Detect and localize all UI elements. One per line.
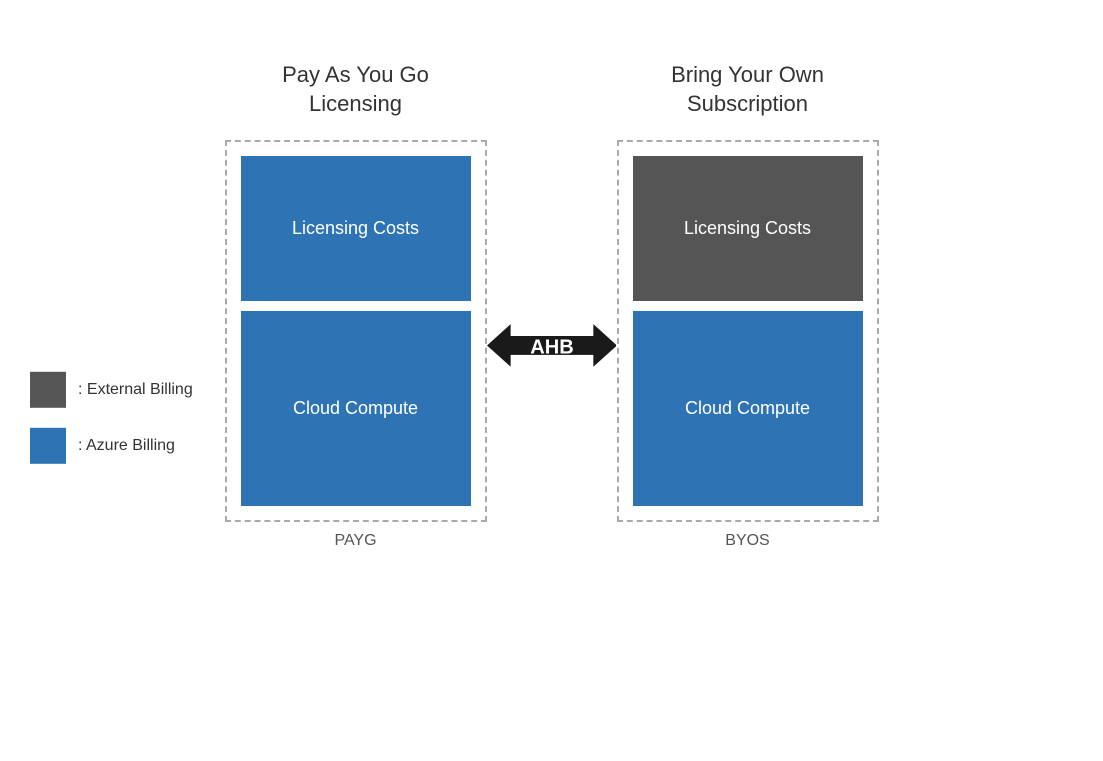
legend-label-external: : External Billing (78, 380, 193, 398)
legend-swatch-azure (30, 427, 66, 463)
payg-licensing-block: Licensing Costs (241, 156, 471, 301)
legend-swatch-external (30, 371, 66, 407)
payg-box-label: PAYG (334, 532, 376, 550)
byos-compute-label: Cloud Compute (685, 398, 810, 419)
byos-box-label: BYOS (725, 532, 769, 550)
byos-compute-block: Cloud Compute (633, 311, 863, 506)
diagram-area: Pay As You GoLicensing Licensing Costs C… (0, 0, 1103, 550)
legend: : External Billing : Azure Billing (30, 371, 193, 463)
payg-column: Pay As You GoLicensing Licensing Costs C… (225, 60, 487, 550)
ahb-container: AHB (487, 230, 617, 381)
byos-licensing-label: Licensing Costs (684, 218, 811, 239)
legend-label-azure: : Azure Billing (78, 436, 175, 454)
byos-column: Bring Your OwnSubscription Licensing Cos… (617, 60, 879, 550)
byos-dashed-box: Licensing Costs Cloud Compute (617, 140, 879, 522)
payg-licensing-label: Licensing Costs (292, 218, 419, 239)
main-container: : External Billing : Azure Billing Pay A… (0, 0, 1103, 761)
payg-compute-block: Cloud Compute (241, 311, 471, 506)
legend-item-azure: : Azure Billing (30, 427, 193, 463)
byos-title: Bring Your OwnSubscription (671, 60, 824, 120)
legend-item-external: : External Billing (30, 371, 193, 407)
ahb-text: AHB (530, 336, 574, 358)
payg-dashed-box: Licensing Costs Cloud Compute (225, 140, 487, 522)
payg-title: Pay As You GoLicensing (282, 60, 429, 120)
ahb-arrow-svg: AHB (487, 310, 617, 381)
payg-compute-label: Cloud Compute (293, 398, 418, 419)
byos-licensing-block: Licensing Costs (633, 156, 863, 301)
